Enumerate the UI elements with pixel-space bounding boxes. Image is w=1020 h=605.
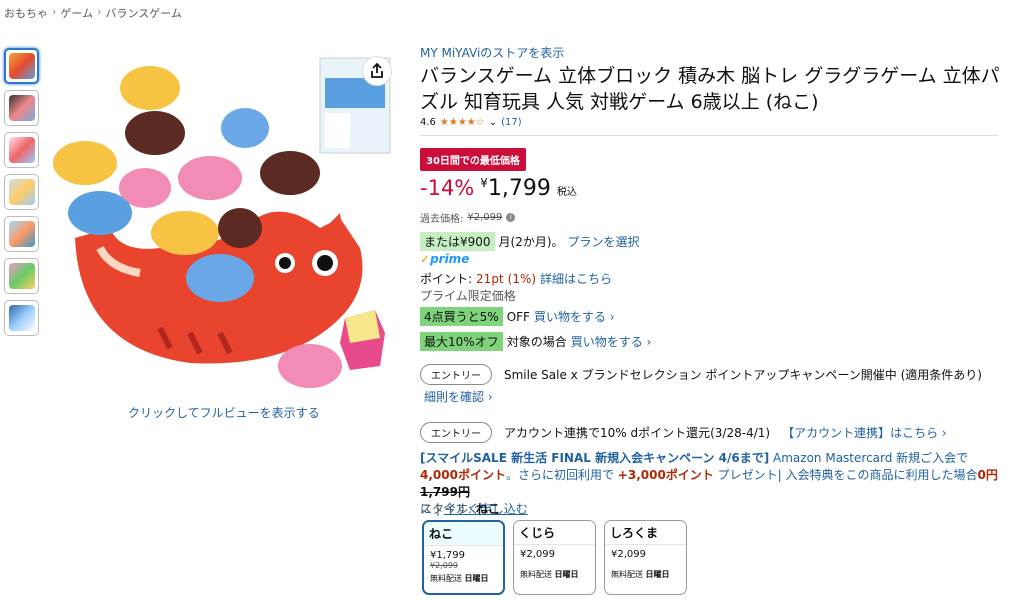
product-title: バランスゲーム 立体ブロック 積み木 脳トレ グラグラゲーム 立体パズル 知育玩…	[420, 65, 1000, 113]
breadcrumb-item-toys[interactable]: おもちゃ	[4, 5, 48, 21]
installment-text: 月(2か月)。	[498, 235, 564, 249]
thumbnail-7[interactable]	[4, 300, 39, 336]
discount-percent: -14%	[420, 176, 475, 200]
thumbnail-1[interactable]	[4, 48, 39, 84]
deal-badge: 30日間での最低価格	[420, 148, 526, 171]
divider	[420, 135, 998, 136]
bulk-discount-badge: 4点買うと5%	[420, 307, 503, 326]
price-amount: 1,799	[487, 176, 551, 201]
promo-headline[interactable]: [スマイルSALE 新生活 FINAL 新規入会キャンペーン 4/6まで]	[420, 451, 769, 465]
full-view-link[interactable]: クリックしてフルビューを表示する	[128, 404, 320, 421]
variant-shipping: 無料配送 日曜日	[611, 570, 670, 579]
style-selector-label: スタイル: ねこ	[420, 502, 500, 516]
variant-shipping: 無料配送 日曜日	[430, 574, 489, 583]
entry-2-text: アカウント連携で10% dポイント還元(3/28-4/1)	[504, 426, 771, 440]
entry-row-1: エントリー Smile Sale x ブランドセレクション ポイントアップキャン…	[420, 364, 982, 385]
rating-row: 4.6 ★★★★☆ ⌄ (17)	[420, 117, 1000, 128]
variant-neko[interactable]: ねこ ¥1,799 ¥2,099 無料配送 日曜日	[422, 520, 505, 595]
points-value: 21pt	[476, 271, 504, 286]
max-off-badge: 最大10%オフ	[420, 332, 503, 351]
selected-style: ねこ	[475, 502, 500, 516]
style-variants: ねこ ¥1,799 ¥2,099 無料配送 日曜日 くじら ¥2,099 無料配…	[422, 520, 687, 595]
variant-name: ねこ	[424, 522, 503, 546]
variant-name: しろくま	[605, 521, 686, 545]
main-product-image[interactable]	[40, 48, 400, 398]
account-link[interactable]: 【アカウント連携】はこちら ›	[782, 424, 947, 441]
variant-shipping: 無料配送 日曜日	[520, 570, 579, 579]
entry-button-2[interactable]: エントリー	[420, 422, 492, 443]
variant-price: ¥2,099	[611, 549, 646, 560]
points-percent: (1%)	[507, 271, 537, 286]
promo-text-3[interactable]: プレゼント| 入会特典をこの商品に利用した場合	[714, 468, 978, 482]
thumbnail-3[interactable]	[4, 132, 39, 168]
variant-price: ¥1,799	[430, 550, 465, 561]
points-row: ポイント: 21pt (1%) 詳細はこちら	[420, 270, 612, 287]
thumbnail-2[interactable]	[4, 90, 39, 126]
promo-original-price: 1,799円	[420, 485, 470, 499]
past-price-value: ¥2,099	[467, 212, 503, 223]
cat-balance-toy-illustration	[53, 57, 391, 388]
tax-included-label: 税込	[556, 187, 577, 198]
info-icon[interactable]: i	[506, 213, 516, 222]
promo-text-1[interactable]: Amazon Mastercard 新規ご入会で	[769, 451, 968, 465]
bulk-discount-row: 4点買うと5% OFF 買い物をする ›	[420, 307, 615, 326]
max-off-text: 対象の場合	[506, 335, 567, 349]
prime-row: ✓prime	[420, 252, 469, 266]
entry-1-details: 細則を確認 ›	[424, 388, 493, 405]
past-price: 過去価格: ¥2,099 i	[420, 210, 516, 225]
rating-value: 4.6	[420, 117, 436, 128]
product-info: MY MiYAViのストアを表示 バランスゲーム 立体ブロック 積み木 脳トレ …	[420, 44, 1000, 128]
entry-1-text: Smile Sale x ブランドセレクション ポイントアップキャンペーン開催中…	[504, 368, 982, 382]
store-link[interactable]: MY MiYAViのストアを表示	[420, 44, 1000, 61]
star-rating-icon[interactable]: ★★★★☆	[440, 117, 485, 128]
variant-name: くじら	[514, 521, 595, 545]
entry-row-2: エントリー アカウント連携で10% dポイント還元(3/28-4/1) 【アカウ…	[420, 422, 947, 443]
credit-card-promo: [スマイルSALE 新生活 FINAL 新規入会キャンペーン 4/6まで] Am…	[420, 450, 1000, 518]
variant-old-price: ¥2,099	[430, 561, 458, 570]
promo-extra-points[interactable]: +3,000ポイント	[618, 468, 714, 482]
thumbnail-6[interactable]	[4, 258, 39, 294]
breadcrumb-item-games[interactable]: ゲーム	[60, 5, 93, 21]
max-off-shop-link[interactable]: 買い物をする ›	[571, 333, 652, 350]
variant-kujira[interactable]: くじら ¥2,099 無料配送 日曜日	[513, 520, 596, 595]
thumbnail-4[interactable]	[4, 174, 39, 210]
bulk-discount-text: OFF	[506, 309, 530, 324]
rating-count-link[interactable]: (17)	[501, 117, 522, 128]
points-label: ポイント:	[420, 272, 473, 286]
promo-text-2[interactable]: 。さらに初回利用で	[506, 468, 618, 482]
prime-logo-icon: ✓prime	[420, 252, 470, 266]
share-icon	[371, 63, 383, 78]
promo-zero-yen[interactable]: 0円	[978, 468, 998, 482]
entry-button-1[interactable]: エントリー	[420, 364, 492, 385]
variant-shirokuma[interactable]: しろくま ¥2,099 無料配送 日曜日	[604, 520, 687, 595]
breadcrumb-item-balance-games[interactable]: バランスゲーム	[105, 5, 181, 21]
points-details-link[interactable]: 詳細はこちら	[540, 270, 612, 287]
thumbnail-list	[4, 48, 39, 336]
select-plan-link[interactable]: プランを選択	[568, 233, 640, 250]
installment-badge: または¥900	[420, 232, 495, 251]
share-button[interactable]	[362, 56, 392, 86]
bulk-shop-link[interactable]: 買い物をする ›	[534, 308, 615, 325]
chevron-down-icon[interactable]: ⌄	[489, 117, 497, 128]
variant-price: ¥2,099	[520, 549, 555, 560]
thumbnail-5[interactable]	[4, 216, 39, 252]
price: ¥1,799	[480, 176, 551, 201]
breadcrumb-separator: ›	[97, 5, 102, 18]
prime-only-price: プライム限定価格	[420, 289, 516, 303]
installment-row: または¥900 月(2か月)。 プランを選択	[420, 232, 640, 251]
currency-symbol: ¥	[480, 176, 488, 190]
promo-points[interactable]: 4,000ポイント	[420, 468, 506, 482]
breadcrumb: おもちゃ › ゲーム › バランスゲーム	[4, 5, 182, 21]
max-off-row: 最大10%オフ 対象の場合 買い物をする ›	[420, 332, 651, 351]
past-price-label: 過去価格:	[420, 214, 464, 225]
entry-1-details-link[interactable]: 細則を確認 ›	[424, 388, 493, 405]
price-row: -14% ¥1,799 税込	[420, 176, 577, 201]
breadcrumb-separator: ›	[52, 5, 57, 18]
